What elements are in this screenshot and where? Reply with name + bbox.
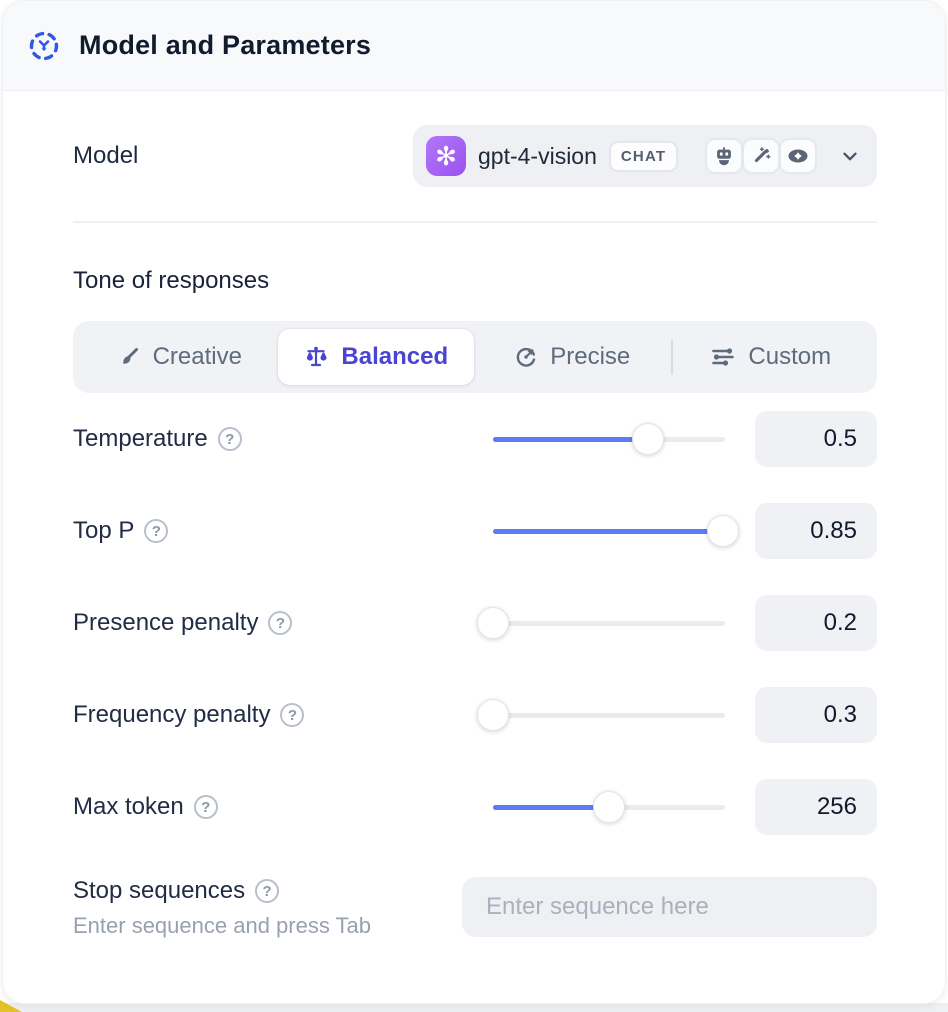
tab-balanced[interactable]: Balanced bbox=[278, 329, 475, 385]
sliders-icon bbox=[710, 345, 736, 369]
value-temperature[interactable]: 0.5 bbox=[755, 411, 877, 467]
slider-track bbox=[493, 621, 725, 626]
tab-creative[interactable]: Creative bbox=[81, 329, 278, 385]
model-select[interactable]: ✻ gpt-4-vision CHAT bbox=[413, 125, 877, 187]
openai-logo-icon: ✻ bbox=[426, 136, 466, 176]
param-label: Top P bbox=[73, 517, 134, 545]
slider-max-token[interactable] bbox=[493, 791, 725, 823]
param-row-max-token: Max token ? 256 bbox=[73, 761, 877, 853]
tab-label: Precise bbox=[550, 343, 630, 371]
stop-sequences-hint: Enter sequence and press Tab bbox=[73, 913, 462, 939]
slider-track bbox=[493, 713, 725, 718]
tab-label: Creative bbox=[153, 343, 242, 371]
slider-thumb[interactable] bbox=[593, 791, 625, 823]
model-row: Model ✻ gpt-4-vision CHAT bbox=[73, 125, 877, 187]
selected-model-name: gpt-4-vision bbox=[478, 143, 597, 170]
help-icon[interactable]: ? bbox=[218, 427, 242, 451]
eye-icon bbox=[779, 138, 817, 174]
tab-custom[interactable]: Custom bbox=[673, 329, 870, 385]
help-icon[interactable]: ? bbox=[255, 879, 279, 903]
robot-icon bbox=[705, 138, 743, 174]
value-presence-penalty[interactable]: 0.2 bbox=[755, 595, 877, 651]
capability-icons bbox=[707, 138, 817, 174]
model-parameters-panel: Model and Parameters Model ✻ gpt-4-visio… bbox=[2, 0, 946, 1004]
tone-tabs: Creative Balanced bbox=[73, 321, 877, 393]
chat-badge: CHAT bbox=[609, 141, 678, 172]
param-row-temperature: Temperature ? 0.5 bbox=[73, 393, 877, 485]
panel-title: Model and Parameters bbox=[79, 30, 371, 61]
param-row-frequency-penalty: Frequency penalty ? 0.3 bbox=[73, 669, 877, 761]
slider-top-p[interactable] bbox=[493, 515, 725, 547]
page: Model and Parameters Model ✻ gpt-4-visio… bbox=[0, 0, 948, 1012]
slider-track bbox=[493, 437, 725, 442]
value-max-token[interactable]: 256 bbox=[755, 779, 877, 835]
param-label: Temperature bbox=[73, 425, 208, 453]
chevron-down-icon bbox=[839, 145, 861, 167]
panel-content: Model ✻ gpt-4-vision CHAT bbox=[3, 125, 945, 939]
balance-scale-icon bbox=[303, 344, 329, 370]
paintbrush-icon bbox=[117, 345, 141, 369]
section-divider bbox=[73, 221, 877, 223]
slider-track bbox=[493, 529, 725, 534]
stop-sequences-row: Stop sequences ? Enter sequence and pres… bbox=[73, 877, 877, 939]
param-label: Presence penalty bbox=[73, 609, 258, 637]
help-icon[interactable]: ? bbox=[268, 611, 292, 635]
param-row-top-p: Top P ? 0.85 bbox=[73, 485, 877, 577]
model-label: Model bbox=[73, 142, 413, 170]
help-icon[interactable]: ? bbox=[280, 703, 304, 727]
target-icon bbox=[514, 345, 538, 369]
help-icon[interactable]: ? bbox=[144, 519, 168, 543]
panel-header: Model and Parameters bbox=[3, 1, 945, 91]
background-strip bbox=[0, 1003, 948, 1012]
value-frequency-penalty[interactable]: 0.3 bbox=[755, 687, 877, 743]
tab-label: Balanced bbox=[341, 343, 448, 371]
slider-temperature[interactable] bbox=[493, 423, 725, 455]
param-label: Max token bbox=[73, 793, 184, 821]
help-icon[interactable]: ? bbox=[194, 795, 218, 819]
value-top-p[interactable]: 0.85 bbox=[755, 503, 877, 559]
tab-precise[interactable]: Precise bbox=[474, 329, 671, 385]
tone-heading: Tone of responses bbox=[73, 267, 877, 295]
slider-presence-penalty[interactable] bbox=[493, 607, 725, 639]
slider-thumb[interactable] bbox=[477, 699, 509, 731]
slider-thumb[interactable] bbox=[632, 423, 664, 455]
slider-thumb[interactable] bbox=[707, 515, 739, 547]
model-parameters-icon bbox=[27, 29, 61, 63]
param-label: Frequency penalty bbox=[73, 701, 270, 729]
slider-frequency-penalty[interactable] bbox=[493, 699, 725, 731]
slider-thumb[interactable] bbox=[477, 607, 509, 639]
stop-sequences-label: Stop sequences bbox=[73, 877, 245, 905]
param-row-presence-penalty: Presence penalty ? 0.2 bbox=[73, 577, 877, 669]
magic-wand-icon bbox=[742, 138, 780, 174]
tab-label: Custom bbox=[748, 343, 831, 371]
stop-sequence-input[interactable] bbox=[462, 877, 877, 937]
